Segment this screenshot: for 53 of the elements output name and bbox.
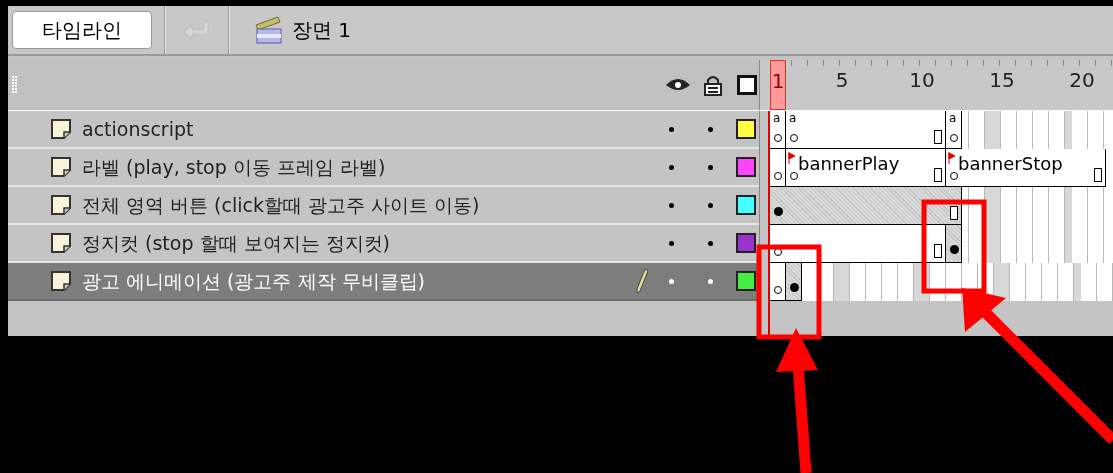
layer-icon bbox=[50, 156, 72, 178]
scene-name: 장면 1 bbox=[292, 17, 352, 44]
layer-name: 라벨 (play, stop 이동 프레임 라벨) bbox=[82, 154, 386, 180]
action-mark: a bbox=[949, 112, 957, 124]
blank-keyframe-span[interactable] bbox=[770, 149, 786, 187]
blank-keyframe-span[interactable] bbox=[770, 225, 946, 263]
playhead[interactable]: 1 bbox=[770, 60, 786, 110]
layer-name: actionscript bbox=[82, 116, 194, 142]
eye-icon[interactable] bbox=[665, 77, 691, 93]
blank-keyframe-span[interactable]: a bbox=[786, 111, 946, 149]
layer-color-swatch[interactable] bbox=[736, 157, 756, 177]
blank-keyframe-span[interactable]: bannerStop bbox=[946, 149, 1106, 187]
frame-label: bannerStop bbox=[958, 155, 1063, 173]
end-frame-icon bbox=[950, 206, 958, 220]
end-frame-icon bbox=[1094, 168, 1102, 182]
frame-number: 20 bbox=[1068, 70, 1096, 92]
grip-icon[interactable] bbox=[12, 75, 18, 95]
layer-color-swatch[interactable] bbox=[736, 195, 756, 215]
layer-icon bbox=[50, 194, 72, 216]
frame-number: 15 bbox=[988, 70, 1016, 92]
end-frame-icon bbox=[934, 244, 942, 258]
layer-icon bbox=[50, 270, 72, 292]
lock-icon[interactable] bbox=[703, 74, 723, 96]
keyframe-span[interactable] bbox=[786, 263, 802, 301]
layer-color-swatch[interactable] bbox=[736, 271, 756, 291]
end-frame-icon bbox=[934, 130, 942, 144]
flag-icon bbox=[788, 152, 796, 164]
timeline-button[interactable]: 타임라인 bbox=[12, 11, 152, 49]
frame-label: bannerPlay bbox=[798, 155, 900, 173]
blank-keyframe-span[interactable] bbox=[770, 263, 786, 301]
action-mark: a bbox=[789, 112, 797, 124]
frame-number: 10 bbox=[908, 70, 936, 92]
clapperboard-icon[interactable] bbox=[254, 15, 284, 45]
outline-icon[interactable] bbox=[737, 75, 757, 95]
blank-keyframe-span[interactable]: bannerPlay bbox=[786, 149, 946, 187]
layer-name: 광고 에니메이션 (광고주 제작 무비클립) bbox=[82, 268, 425, 294]
layer-icon bbox=[50, 232, 72, 254]
frame-ruler[interactable]: 1 5 10 15 20 bbox=[760, 60, 1113, 110]
layer-name: 전체 영역 버튼 (click할때 광고주 사이트 이동) bbox=[82, 192, 480, 218]
frame-number: 5 bbox=[834, 70, 850, 92]
layer-row[interactable]: 광고 에니메이션 (광고주 제작 무비클립) bbox=[8, 263, 759, 301]
layer-name: 정지컷 (stop 할때 보여지는 정지컷) bbox=[82, 230, 391, 256]
layer-icon bbox=[50, 118, 72, 140]
pencil-icon bbox=[635, 268, 649, 294]
end-frame-icon bbox=[934, 168, 942, 182]
layer-color-swatch[interactable] bbox=[736, 233, 756, 253]
keyframe-span[interactable] bbox=[770, 187, 962, 225]
keyframe-span[interactable] bbox=[946, 225, 962, 263]
blank-keyframe-span[interactable]: a bbox=[946, 111, 962, 149]
flag-icon bbox=[948, 152, 956, 164]
action-mark: a bbox=[773, 112, 781, 124]
blank-keyframe-span[interactable]: a bbox=[770, 111, 786, 149]
layer-color-swatch[interactable] bbox=[736, 119, 756, 139]
